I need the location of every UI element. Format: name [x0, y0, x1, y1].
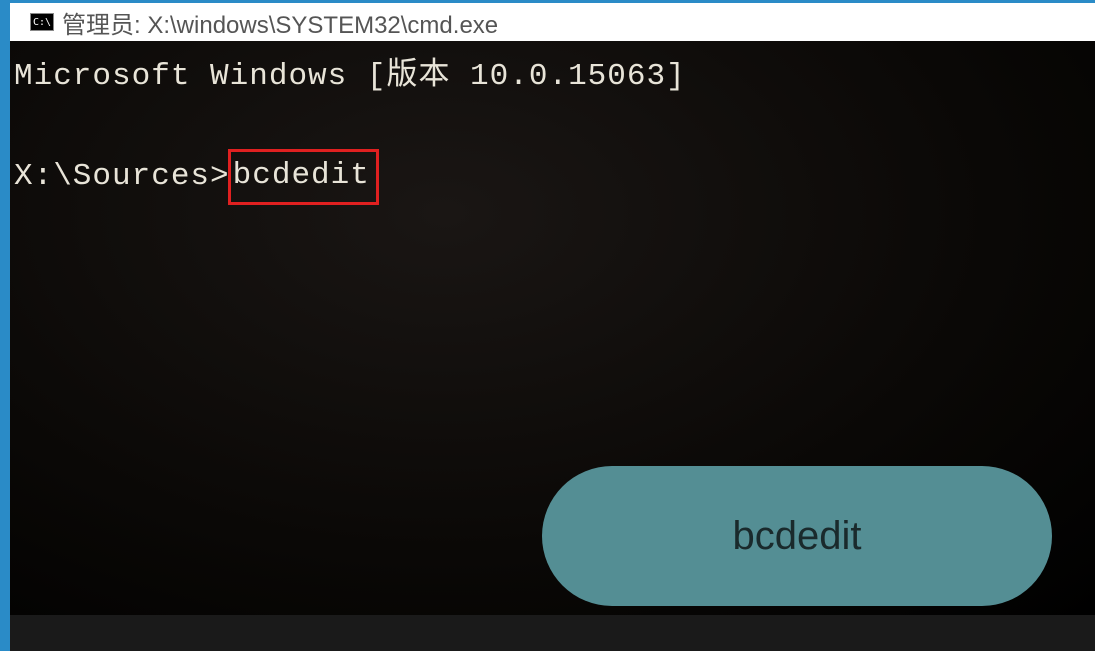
callout-pill: bcdedit [542, 466, 1052, 606]
cmd-icon: C:\ [30, 13, 54, 31]
bottom-strip [10, 615, 1095, 651]
command-highlight: bcdedit [228, 149, 379, 205]
typed-command: bcdedit [233, 158, 370, 193]
version-line: Microsoft Windows [版本 10.0.15063] [14, 53, 1095, 101]
callout-label: bcdedit [733, 505, 862, 567]
title-bar[interactable]: C:\ 管理员: X:\windows\SYSTEM32\cmd.exe [10, 3, 1095, 41]
prompt-text: X:\Sources> [14, 153, 230, 201]
terminal-output[interactable]: Microsoft Windows [版本 10.0.15063] X:\Sou… [10, 41, 1095, 615]
command-prompt-window: C:\ 管理员: X:\windows\SYSTEM32\cmd.exe Mic… [0, 0, 1095, 651]
prompt-line: X:\Sources>bcdedit [14, 149, 1095, 205]
window-title: 管理员: X:\windows\SYSTEM32\cmd.exe [62, 5, 498, 40]
